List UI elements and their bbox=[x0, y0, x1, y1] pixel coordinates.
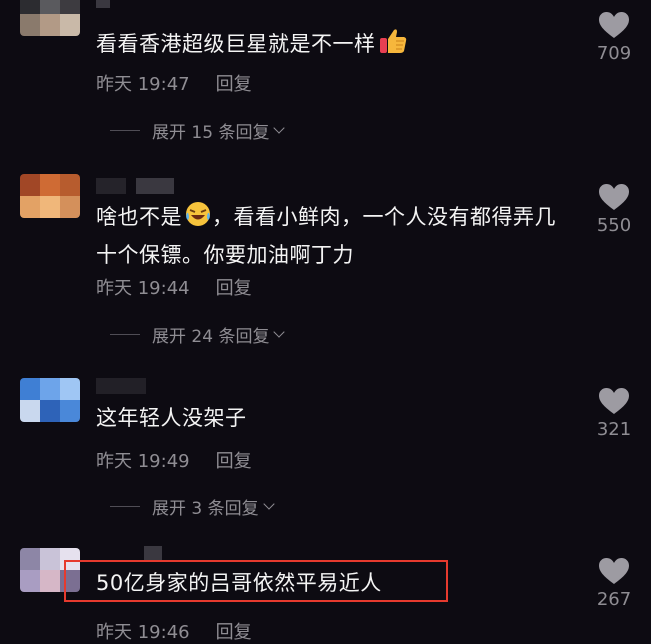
comment-text: 看看香港超级巨星就是不一样 bbox=[96, 27, 566, 65]
avatar[interactable] bbox=[20, 548, 80, 592]
avatar[interactable] bbox=[20, 174, 80, 218]
avatar[interactable] bbox=[20, 378, 80, 422]
timestamp: 昨天 19:46 bbox=[96, 622, 190, 643]
heart-icon bbox=[599, 12, 629, 38]
like-button[interactable]: 709 bbox=[590, 12, 638, 64]
like-count: 321 bbox=[596, 419, 632, 440]
divider bbox=[110, 506, 140, 507]
reply-button[interactable]: 回复 bbox=[216, 274, 252, 300]
reply-button[interactable]: 回复 bbox=[216, 618, 252, 644]
heart-icon bbox=[599, 388, 629, 414]
avatar[interactable] bbox=[20, 0, 80, 36]
divider bbox=[110, 130, 140, 131]
laughing-emoji bbox=[184, 200, 212, 238]
like-count: 267 bbox=[596, 589, 632, 610]
expand-replies-label: 展开 24 条回复 bbox=[152, 327, 270, 347]
timestamp: 昨天 19:47 bbox=[96, 74, 190, 95]
like-button[interactable]: 550 bbox=[590, 184, 638, 236]
expand-replies-label: 展开 3 条回复 bbox=[152, 499, 259, 519]
comment-text: 啥也不是 ，看看小鲜肉，一个人没有都得弄几十个保镖。你要加油啊丁力 bbox=[96, 200, 566, 272]
username[interactable] bbox=[96, 378, 146, 394]
comment-meta: 昨天 19:44 回复 bbox=[96, 274, 252, 300]
expand-replies-button[interactable]: 展开 24 条回复 bbox=[96, 322, 286, 347]
reply-button[interactable]: 回复 bbox=[216, 70, 252, 96]
chevron-down-icon bbox=[273, 122, 286, 134]
comment-text: 50亿身家的吕哥依然平易近人 bbox=[96, 571, 382, 595]
like-button[interactable]: 267 bbox=[590, 558, 638, 610]
chevron-down-icon bbox=[273, 326, 286, 338]
timestamp: 昨天 19:44 bbox=[96, 278, 190, 299]
reply-button[interactable]: 回复 bbox=[216, 447, 252, 473]
comment-text: 这年轻人没架子 bbox=[96, 406, 247, 430]
like-button[interactable]: 321 bbox=[590, 388, 638, 440]
username[interactable] bbox=[96, 546, 162, 562]
comment-meta: 昨天 19:47 回复 bbox=[96, 70, 252, 96]
heart-icon bbox=[599, 558, 629, 584]
username[interactable] bbox=[96, 178, 174, 194]
chevron-down-icon bbox=[262, 498, 275, 510]
comment-meta: 昨天 19:49 回复 bbox=[96, 447, 252, 473]
expand-replies-label: 展开 15 条回复 bbox=[152, 123, 270, 143]
expand-replies-button[interactable]: 展开 15 条回复 bbox=[96, 118, 286, 143]
timestamp: 昨天 19:49 bbox=[96, 451, 190, 472]
comment-meta: 昨天 19:46 回复 bbox=[96, 618, 252, 644]
like-count: 550 bbox=[596, 215, 632, 236]
expand-replies-button[interactable]: 展开 3 条回复 bbox=[96, 494, 275, 519]
username[interactable] bbox=[96, 0, 110, 8]
thumbs-up-emoji bbox=[378, 27, 408, 65]
heart-icon bbox=[599, 184, 629, 210]
divider bbox=[110, 334, 140, 335]
like-count: 709 bbox=[596, 43, 632, 64]
